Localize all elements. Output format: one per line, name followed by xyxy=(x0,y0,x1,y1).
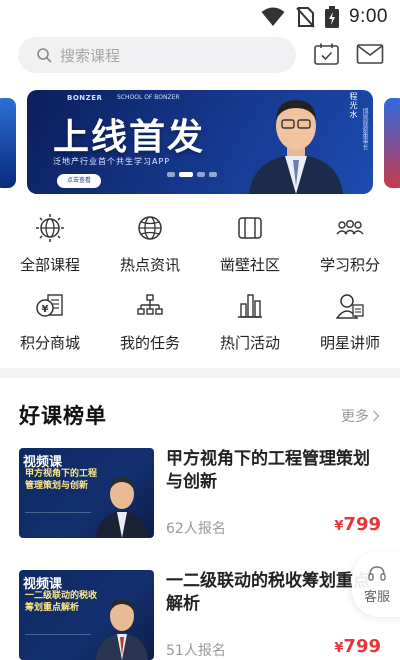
banner-dot xyxy=(167,172,175,177)
customer-service-label: 客服 xyxy=(363,589,390,605)
category-label: 热点资讯 xyxy=(119,256,180,274)
banner-brand: BONZER xyxy=(67,94,103,102)
course-price: ¥799 xyxy=(334,514,381,535)
more-link[interactable]: 更多 xyxy=(341,406,380,426)
bar-chart-icon xyxy=(238,294,262,318)
banner-dots xyxy=(167,172,217,177)
category-all-courses[interactable]: 全部课程 xyxy=(0,212,100,282)
speaker-portrait xyxy=(249,100,343,194)
course-card[interactable]: 视频课 甲方视角下的工程管理策划与创新 甲方视角下的工程管理策划与创新 62人报… xyxy=(19,448,381,540)
course-title: 甲方视角下的工程管理策划与创新 xyxy=(166,449,370,492)
battery-charging-icon xyxy=(325,6,340,28)
banner-prev-peek[interactable] xyxy=(0,98,16,188)
section-divider xyxy=(0,368,400,378)
thumb-divider xyxy=(25,634,91,648)
banner-next-peek[interactable] xyxy=(384,98,400,188)
thumb-divider xyxy=(25,512,91,526)
course-title: 一二级联动的税收筹划重点解析 xyxy=(166,571,370,614)
mail-icon[interactable] xyxy=(356,42,384,66)
banner-dot xyxy=(209,172,217,177)
category-label: 全部课程 xyxy=(19,256,80,274)
org-chart-icon xyxy=(137,294,163,315)
banner-slide[interactable]: BONZER SCHOOL OF BONZER 上线首发 泛地产行业首个共生学习… xyxy=(27,90,373,194)
status-bar: 9:00 xyxy=(0,0,400,34)
course-thumbnail[interactable]: 视频课 甲方视角下的工程管理策划与创新 xyxy=(19,448,154,538)
globe-gear-icon xyxy=(36,214,64,242)
speaker-photo xyxy=(96,599,148,660)
price-value: 799 xyxy=(343,514,381,535)
search-input[interactable]: 搜索课程 xyxy=(18,37,296,73)
course-enroll-count: 51人报名 xyxy=(166,643,226,659)
category-community[interactable]: 凿壁社区 xyxy=(200,212,300,282)
book-icon xyxy=(238,217,262,239)
calendar-check-icon[interactable] xyxy=(313,42,341,66)
banner-cta-button[interactable]: 点击查看 xyxy=(57,174,102,188)
category-label: 积分商城 xyxy=(19,334,80,352)
banner-dot xyxy=(197,172,205,177)
category-label: 明星讲师 xyxy=(319,334,380,352)
chevron-right-icon xyxy=(373,410,380,422)
course-thumbnail[interactable]: 视频课 一二级联动的税收筹划重点解析 xyxy=(19,570,154,660)
course-enroll-count: 62人报名 xyxy=(166,521,226,537)
customer-service-button[interactable]: 客服 xyxy=(352,551,400,617)
people-icon xyxy=(336,219,364,235)
more-label: 更多 xyxy=(341,409,369,425)
banner-carousel[interactable]: BONZER SCHOOL OF BONZER 上线首发 泛地产行业首个共生学习… xyxy=(0,90,400,196)
teacher-icon xyxy=(336,294,364,319)
category-study-points[interactable]: 学习积分 xyxy=(300,212,400,282)
svg-text:¥: ¥ xyxy=(42,304,49,315)
course-price: ¥799 xyxy=(334,636,381,657)
banner-dot-active xyxy=(179,172,193,177)
category-my-tasks[interactable]: 我的任务 xyxy=(100,290,200,360)
globe-icon xyxy=(138,216,162,240)
clock: 9:00 xyxy=(349,6,388,27)
section-title: 好课榜单 xyxy=(19,404,107,428)
category-points-mall[interactable]: ¥ 积分商城 xyxy=(0,290,100,360)
banner-headline: 上线首发 xyxy=(53,117,206,158)
category-label: 凿壁社区 xyxy=(219,256,280,274)
search-row: 搜索课程 xyxy=(0,36,400,78)
category-hot-news[interactable]: 热点资讯 xyxy=(100,212,200,282)
search-icon xyxy=(37,48,52,63)
category-hot-events[interactable]: 热门活动 xyxy=(200,290,300,360)
category-label: 我的任务 xyxy=(119,334,180,352)
category-label: 学习积分 xyxy=(319,256,380,274)
banner-brand-sub: SCHOOL OF BONZER xyxy=(117,94,180,101)
course-card[interactable]: 视频课 一二级联动的税收筹划重点解析 一二级联动的税收筹划重点解析 51人报名 … xyxy=(19,570,381,660)
speaker-photo xyxy=(96,477,148,538)
wifi-icon xyxy=(261,7,285,26)
no-sim-icon xyxy=(296,7,315,28)
category-label: 热门活动 xyxy=(219,334,280,352)
banner-speaker-name: 程光水 xyxy=(349,92,358,119)
price-value: 799 xyxy=(343,636,381,657)
coin-shop-icon: ¥ xyxy=(36,294,63,317)
category-grid: 全部课程 热点资讯 凿壁社区 学习积分 ¥ 积分商城 我的任务 热门活动 明星讲… xyxy=(0,212,400,362)
search-placeholder: 搜索课程 xyxy=(60,46,121,65)
banner-speaker-title: 博观观察董事长 xyxy=(361,108,368,150)
category-star-teachers[interactable]: 明星讲师 xyxy=(300,290,400,360)
banner-subline: 泛地产行业首个共生学习APP xyxy=(53,157,171,166)
headset-icon xyxy=(368,565,386,581)
